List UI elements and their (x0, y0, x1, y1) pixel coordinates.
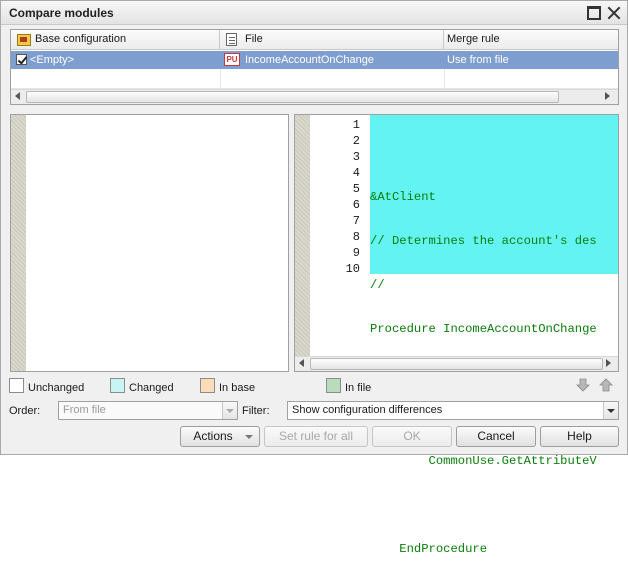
filter-label: Filter: (242, 405, 270, 417)
set-rule-for-all-button[interactable]: Set rule for all (264, 426, 368, 447)
grid-header: Base configuration File Merge rule (11, 30, 618, 50)
base-module-panel[interactable] (10, 114, 289, 372)
file-icon (226, 33, 237, 46)
line-number: 9 (352, 246, 360, 260)
code-line: // (370, 278, 385, 292)
filter-value: Show configuration differences (292, 404, 443, 416)
title-bar: Compare modules (1, 1, 627, 25)
code-text[interactable]: &AtClient // Determines the account's de… (370, 117, 618, 585)
configuration-icon (17, 34, 31, 46)
legend-swatch-in-base (200, 378, 215, 393)
file-gutter (295, 115, 310, 371)
column-label: File (245, 33, 263, 45)
compare-modules-window: Compare modules Base configuration File … (0, 0, 628, 556)
help-button[interactable]: Help (540, 426, 619, 447)
column-label: Merge rule (447, 33, 500, 45)
line-number: 1 (352, 118, 360, 132)
actions-label: Actions (193, 429, 233, 443)
legend-label-unchanged: Unchanged (28, 382, 85, 394)
column-base-configuration[interactable]: Base configuration (11, 30, 220, 50)
table-row[interactable]: <Empty> PU IncomeAccountOnChange Use fro… (11, 51, 618, 69)
code-line: Procedure IncomeAccountOnChange (370, 322, 597, 336)
chevron-down-icon (245, 435, 253, 439)
scroll-thumb[interactable] (310, 358, 603, 370)
merge-rule-cell[interactable]: Use from file (447, 51, 509, 69)
scroll-right-icon[interactable] (606, 359, 611, 367)
code-line: EndProcedure (370, 542, 488, 556)
legend-label-changed: Changed (129, 382, 174, 394)
line-number: 4 (352, 166, 360, 180)
code-line: &AtClient (370, 190, 436, 204)
base-gutter (11, 115, 26, 371)
file-cell: IncomeAccountOnChange (245, 54, 375, 66)
next-difference-icon[interactable] (576, 378, 590, 392)
code-line: // Determines the account's des (370, 234, 597, 248)
actions-button[interactable]: Actions (180, 426, 260, 447)
filter-select[interactable]: Show configuration differences (287, 401, 619, 420)
maximize-icon[interactable] (587, 6, 601, 20)
legend-label-in-file: In file (345, 382, 372, 394)
order-select[interactable]: From file (58, 401, 238, 420)
column-divider (444, 69, 445, 89)
ok-button[interactable]: OK (372, 426, 452, 447)
scroll-left-icon[interactable] (299, 359, 304, 367)
file-module-panel[interactable]: 1 2 3 4 5 6 7 8 9 10 &AtClient // Determ… (294, 114, 619, 556)
line-number: 3 (352, 150, 360, 164)
chevron-down-icon[interactable] (222, 402, 237, 419)
line-number: 8 (352, 230, 360, 244)
grid-horizontal-scrollbar[interactable] (11, 89, 618, 104)
scroll-right-icon[interactable] (605, 92, 610, 100)
order-label: Order: (9, 405, 41, 417)
code-horizontal-scrollbar[interactable] (295, 356, 618, 371)
legend-swatch-changed (110, 378, 125, 393)
line-number: 5 (352, 182, 360, 196)
column-merge-rule[interactable]: Merge rule (444, 30, 618, 50)
column-divider (220, 69, 221, 89)
previous-difference-icon[interactable] (599, 378, 613, 392)
line-number: 7 (352, 214, 360, 228)
column-label: Base configuration (35, 33, 127, 45)
window-title: Compare modules (9, 6, 114, 20)
line-number: 2 (352, 134, 360, 148)
empty-row (11, 69, 618, 89)
line-number: 6 (352, 198, 360, 212)
modules-grid: Base configuration File Merge rule <Empt… (10, 29, 619, 105)
order-value: From file (63, 404, 106, 416)
legend-swatch-in-file (326, 378, 341, 393)
line-numbers: 1 2 3 4 5 6 7 8 9 10 (312, 117, 360, 277)
chevron-down-icon[interactable] (603, 402, 618, 419)
cancel-button[interactable]: Cancel (456, 426, 536, 447)
base-cell: <Empty> (30, 54, 75, 66)
scroll-thumb[interactable] (26, 91, 559, 103)
line-number: 10 (345, 262, 360, 276)
module-icon: PU (224, 53, 240, 66)
legend-label-in-base: In base (219, 382, 256, 394)
legend-swatch-unchanged (9, 378, 24, 393)
scroll-left-icon[interactable] (15, 92, 20, 100)
code-line: CommonUse.GetAttributeV (370, 454, 597, 468)
include-checkbox[interactable] (16, 54, 27, 65)
close-icon[interactable] (607, 6, 621, 20)
column-file[interactable]: File (220, 30, 444, 50)
